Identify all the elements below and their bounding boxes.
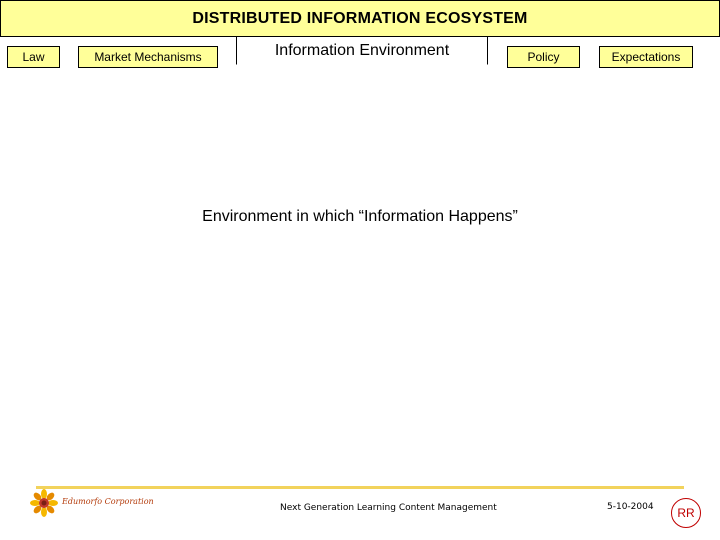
footer-date: 5-10-2004: [607, 502, 654, 512]
tab-law[interactable]: Law: [7, 46, 60, 68]
tab-information-environment[interactable]: Information Environment: [236, 37, 488, 65]
tab-market-mechanisms[interactable]: Market Mechanisms: [78, 46, 218, 68]
footer-center-text: Next Generation Learning Content Managem…: [280, 503, 497, 513]
company-name: Edumorfo Corporation: [62, 497, 154, 506]
rr-badge: RR: [671, 498, 701, 528]
content-text: Environment in which “Information Happen…: [202, 208, 518, 225]
footer-divider: [36, 486, 684, 489]
tab-expectations[interactable]: Expectations: [599, 46, 693, 68]
title-bar: DISTRIBUTED INFORMATION ECOSYSTEM: [0, 0, 720, 37]
tab-policy[interactable]: Policy: [507, 46, 580, 68]
sunflower-logo-icon: [30, 489, 58, 517]
page-title: DISTRIBUTED INFORMATION ECOSYSTEM: [192, 9, 528, 27]
